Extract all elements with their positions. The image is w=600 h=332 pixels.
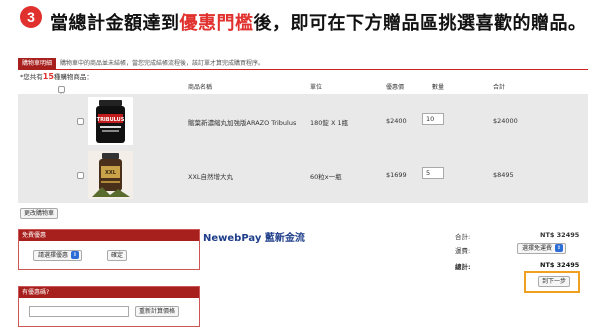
table-row: TRIBULUS 髂葉新濃縮丸加強版ARAZO Tribulus 180錠 X … — [18, 94, 588, 149]
promo-code-input[interactable] — [29, 306, 129, 317]
promo-code-panel: 有優惠碼? 重新計算價格 — [18, 286, 200, 327]
product-price: $2400 — [386, 117, 407, 125]
heading-text-after: 後，即可在下方贈品區挑選喜歡的贈品。 — [253, 13, 587, 34]
shipping-label: 運費: — [455, 247, 471, 255]
coupon-select-value: 請選擇優惠 — [38, 252, 69, 259]
quantity-input[interactable]: 5 — [422, 167, 444, 179]
coupon-panel-title: 免費優惠 — [19, 230, 199, 241]
product-image[interactable]: TRIBULUS — [88, 97, 133, 145]
recalculate-button[interactable]: 重新計算價格 — [135, 306, 180, 317]
heading-text-before: 當總計金額達到 — [50, 13, 180, 34]
product-name[interactable]: 髂葉新濃縮丸加強版ARAZO Tribulus — [188, 117, 296, 127]
row-cancel-checkbox[interactable] — [77, 118, 84, 125]
subtotal-value: NT$ 32495 — [540, 231, 580, 239]
product-name[interactable]: XXL自然增大丸 — [188, 171, 233, 181]
shipping-select-value: 選擇免運費 — [522, 245, 553, 252]
svg-text:XXL: XXL — [105, 170, 117, 176]
subtotal-label: 合計: — [455, 233, 471, 241]
cart-tab-bar: 購物車明細 購物車中的商品並未結帳，當您完成結帳流程後，該訂單才算完成購買程序。 — [18, 58, 588, 70]
coupon-panel: 免費優惠 請選擇優惠 ⇕ 確定 — [18, 229, 200, 270]
col-qty: 數量 — [432, 84, 445, 91]
table-row: XXL XXL自然增大丸 60粒x一瓶 $1699 5 $8495 — [18, 148, 588, 203]
product-unit: 180錠 X 1瓶 — [310, 119, 349, 127]
tab-cart-details[interactable]: 購物車明細 — [18, 58, 57, 70]
product-total: $8495 — [493, 171, 514, 179]
select-all-checkbox[interactable] — [58, 86, 65, 93]
table-header: 取消 商品名稱 單位 優惠價 數量 合計 — [18, 78, 588, 104]
row-cancel-checkbox[interactable] — [77, 172, 84, 179]
col-total: 合計 — [493, 84, 506, 91]
cart-note: 購物車中的商品並未結帳，當您完成結帳流程後，該訂單才算完成購買程序。 — [60, 60, 265, 67]
next-step-button[interactable]: 到下一步 — [538, 276, 571, 287]
col-price: 優惠價 — [386, 84, 405, 91]
shipping-select[interactable]: 選擇免運費 ⇕ — [517, 243, 567, 254]
product-unit: 60粒x一瓶 — [310, 173, 342, 181]
chevron-updown-icon: ⇕ — [71, 251, 80, 259]
total-label: 總計: — [455, 263, 471, 271]
product-image[interactable]: XXL — [88, 151, 133, 199]
heading-highlight: 優惠門檻 — [179, 13, 254, 34]
coupon-select[interactable]: 請選擇優惠 ⇕ — [33, 250, 83, 261]
step-number-badge: 3 — [20, 6, 42, 28]
quantity-input[interactable]: 10 — [422, 113, 444, 125]
product-price: $1699 — [386, 171, 407, 179]
promo-panel-title: 有優惠碼? — [19, 287, 199, 298]
col-name: 商品名稱 — [188, 84, 213, 91]
col-unit: 單位 — [310, 84, 323, 91]
newebpay-watermark: NewebPay 藍新金流 — [203, 233, 305, 244]
svg-text:TRIBULUS: TRIBULUS — [97, 117, 125, 123]
chevron-updown-icon: ⇕ — [555, 244, 564, 252]
product-total: $24000 — [493, 117, 518, 125]
update-cart-button[interactable]: 更改購物車 — [20, 208, 59, 219]
coupon-confirm-button[interactable]: 確定 — [107, 250, 128, 261]
total-value: NT$ 32495 — [540, 261, 580, 269]
page-heading: 當總計金額達到優惠門檻後，即可在下方贈品區挑選喜歡的贈品。 — [50, 9, 587, 35]
